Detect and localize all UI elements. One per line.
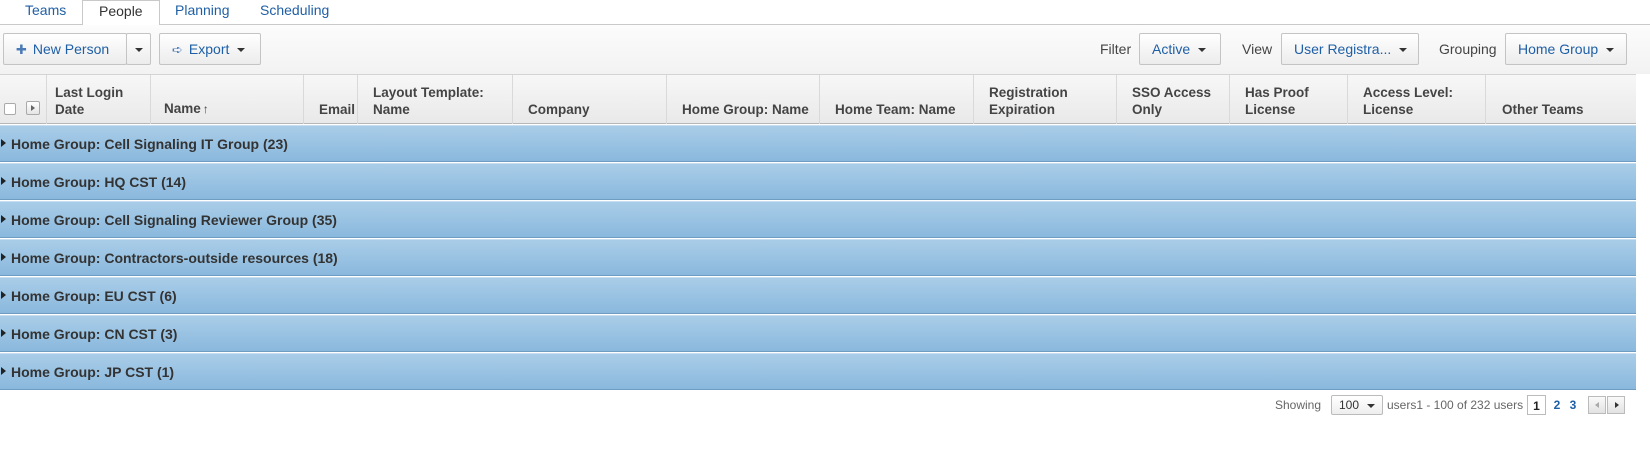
col-access-level-license[interactable]: Access Level: License [1348,75,1486,124]
tab-scheduling[interactable]: Scheduling [244,0,345,25]
expand-row-icon[interactable] [1,177,6,185]
grid-header: Last Login Date Name ↑ Email Layout Templa… [0,74,1636,124]
select-column [0,75,47,124]
filter-dropdown[interactable]: Active [1139,33,1221,65]
new-person-menu-button[interactable] [126,33,151,65]
col-home-team-name[interactable]: Home Team: Name [820,75,974,124]
group-row[interactable]: Home Group: EU CST (6) [0,277,1636,314]
page-link-2[interactable]: 2 [1550,395,1564,415]
col-registration-expiration[interactable]: Registration Expiration [974,75,1117,124]
grouping-label: Grouping [1439,41,1497,57]
col-last-login-date[interactable]: Last Login Date [47,75,151,124]
chevron-down-icon [1198,48,1207,53]
group-row[interactable]: Home Group: Cell Signaling IT Group (23) [0,125,1636,162]
expand-row-icon[interactable] [1,329,6,337]
prev-page-icon[interactable] [1588,396,1606,414]
col-other-teams[interactable]: Other Teams [1486,75,1636,124]
group-row[interactable]: Home Group: Contractors-outside resource… [0,239,1636,276]
new-person-button[interactable]: ✚ New Person [3,33,127,65]
new-person-label: New Person [32,41,110,57]
col-name[interactable]: Name ↑ [151,75,304,124]
sort-ascending-icon: ↑ [202,102,209,116]
grouping-value: Home Group [1518,41,1599,57]
group-row-label: Home Group: Cell Signaling IT Group (23) [11,136,288,152]
tab-planning[interactable]: Planning [159,0,246,25]
group-row-label: Home Group: Contractors-outside resource… [11,250,338,266]
chevron-down-icon [237,48,246,53]
grouping-dropdown[interactable]: Home Group [1505,33,1627,65]
view-label: View [1242,41,1273,57]
export-button[interactable]: ➪ Export [159,33,261,65]
page-link-1[interactable]: 1 [1527,395,1546,415]
group-row-label: Home Group: HQ CST (14) [11,174,187,190]
col-company[interactable]: Company [513,75,667,124]
range-text: users1 - 100 of 232 users [1387,398,1524,412]
group-row[interactable]: Home Group: CN CST (3) [0,315,1636,352]
plus-icon: ✚ [16,42,27,57]
expand-row-icon[interactable] [1,291,6,299]
tab-people[interactable]: People [82,0,160,26]
filter-value: Active [1152,41,1191,57]
group-row-label: Home Group: EU CST (6) [11,288,177,304]
tab-bar: Teams People Planning Scheduling [0,0,1650,26]
expand-row-icon[interactable] [1,215,6,223]
pagination-bar: Showing 100 users1 - 100 of 232 users 1 … [0,392,1650,418]
next-page-icon[interactable] [1607,396,1625,414]
col-email[interactable]: Email [304,75,358,124]
chevron-down-icon [135,48,143,53]
col-sso-access-only[interactable]: SSO Access Only [1117,75,1230,124]
page-size-select[interactable]: 100 [1331,395,1383,415]
expand-row-icon[interactable] [1,253,6,261]
group-row-label: Home Group: CN CST (3) [11,326,178,342]
group-row[interactable]: Home Group: Cell Signaling Reviewer Grou… [0,201,1636,238]
export-label: Export [188,41,230,57]
page-link-3[interactable]: 3 [1566,395,1580,415]
view-value: User Registra... [1294,41,1392,57]
group-row-label: Home Group: Cell Signaling Reviewer Grou… [11,212,337,228]
page-size-value: 100 [1339,398,1360,412]
col-home-group-name[interactable]: Home Group: Name [667,75,820,124]
view-dropdown[interactable]: User Registra... [1281,33,1419,65]
expand-all-icon[interactable] [26,101,40,115]
group-row-label: Home Group: JP CST (1) [11,364,175,380]
arrow-right-icon: ➪ [172,42,183,57]
col-has-proof-license[interactable]: Has Proof License [1230,75,1348,124]
chevron-down-icon [1606,48,1615,53]
group-row[interactable]: Home Group: JP CST (1) [0,353,1636,390]
chevron-down-icon [1399,48,1408,53]
expand-row-icon[interactable] [1,139,6,147]
chevron-down-icon [1367,404,1375,408]
group-row[interactable]: Home Group: HQ CST (14) [0,163,1636,200]
showing-label: Showing [1275,398,1322,412]
select-all-checkbox[interactable] [4,103,16,115]
toolbar: ✚ New Person ➪ Export Filter Active View U… [0,25,1650,74]
tab-teams[interactable]: Teams [9,0,82,25]
filter-label: Filter [1100,41,1132,57]
expand-row-icon[interactable] [1,367,6,375]
col-layout-template-name[interactable]: Layout Template: Name [358,75,513,124]
